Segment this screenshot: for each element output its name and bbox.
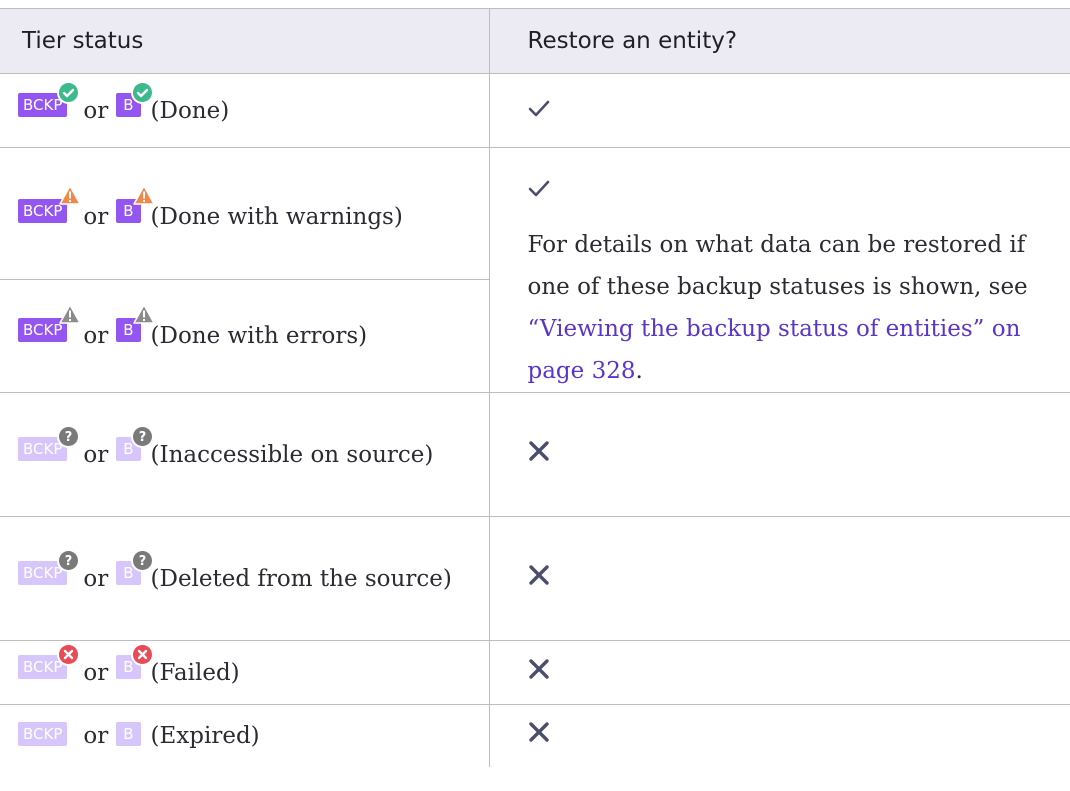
restore-cell — [488, 704, 1070, 767]
b-badge: B — [116, 642, 154, 679]
table-header-row: Tier status Restore an entity? — [0, 8, 1070, 74]
table-row: BCKP or B (Done) — [0, 73, 1070, 148]
status-cell: BCKP ? or B ? (Deleted from the source) — [0, 516, 489, 641]
bckp-badge: BCKP — [18, 304, 82, 343]
svg-text:?: ? — [65, 430, 73, 445]
question-icon: ? — [57, 548, 81, 572]
status-label: (Done with errors) — [150, 323, 368, 350]
table-row: BCKP orB (Done with warnings) For detai — [0, 147, 1070, 393]
or-text: or — [83, 323, 109, 350]
error-warning-icon — [132, 304, 155, 324]
restore-cell — [488, 516, 1070, 641]
status-cell: BCKP or B (Done with warnings) — [0, 147, 489, 281]
cross-icon — [528, 433, 550, 477]
bckp-badge: BCKP — [18, 80, 81, 117]
status-label: (Inaccessible on source) — [150, 441, 434, 468]
warning-icon — [132, 184, 155, 205]
cross-icon — [528, 714, 550, 758]
status-label: (Failed) — [150, 659, 240, 686]
status-label: (Done with warnings) — [150, 203, 403, 230]
status-cell: BCKP or B (Done with errors) — [0, 279, 489, 393]
checkmark-icon — [528, 169, 550, 213]
bckp-badge: BCKP — [18, 184, 82, 223]
restore-cell — [488, 640, 1070, 705]
backup-status-table: Tier status Restore an entity? BCKP or B … — [0, 8, 1070, 767]
cross-icon — [528, 557, 550, 601]
header-tier-status: Tier status — [0, 8, 489, 74]
table-row: BCKP ? or B ? (Inaccessible on source) — [0, 392, 1070, 517]
b-badge: B — [116, 184, 155, 223]
b-badge: B — [116, 80, 154, 117]
failed-x-icon — [130, 642, 154, 666]
status-label: (Deleted from the source) — [150, 565, 452, 592]
checkmark-icon — [528, 89, 550, 133]
or-text: or — [83, 441, 109, 468]
question-icon: ? — [130, 424, 154, 448]
table-row: BCKP ? or B ? (Deleted from the source) — [0, 516, 1070, 641]
or-text: or — [83, 659, 109, 686]
table-row: BCKP or B (Failed) — [0, 640, 1070, 705]
b-badge: B ? — [116, 424, 154, 461]
table-row: BCKP or B (Expired) — [0, 704, 1070, 767]
b-badge: B ? — [116, 548, 154, 585]
svg-text:?: ? — [138, 430, 146, 445]
restore-cell — [488, 392, 1070, 517]
restore-cell — [488, 73, 1070, 148]
or-text: or — [83, 97, 109, 124]
bckp-badge: BCKP — [18, 642, 81, 679]
cross-icon — [528, 651, 550, 695]
bckp-badge: BCKP ? — [18, 548, 81, 585]
status-cell: BCKP ? or B ? (Inaccessible on source) — [0, 392, 489, 517]
restore-cell-merged: For details on what data can be restored… — [488, 147, 1070, 393]
error-warning-icon — [59, 304, 82, 324]
b-badge: B — [116, 721, 141, 746]
b-badge: B — [116, 304, 155, 343]
bckp-badge: BCKP — [18, 721, 68, 746]
bckp-badge: BCKP ? — [18, 424, 81, 461]
success-check-icon — [130, 80, 154, 104]
or-text: or — [83, 722, 109, 749]
header-restore-entity: Restore an entity? — [488, 8, 1070, 74]
question-icon: ? — [130, 548, 154, 572]
status-label: (Done) — [150, 97, 230, 124]
status-cell: BCKP or B (Done) — [0, 73, 489, 148]
svg-text:?: ? — [138, 554, 146, 569]
status-label: (Expired) — [150, 722, 260, 749]
question-icon: ? — [57, 424, 81, 448]
or-text: or — [83, 565, 109, 592]
or-text: or — [83, 203, 109, 230]
failed-x-icon — [57, 642, 81, 666]
backup-status-link[interactable]: “Viewing the backup status of entities” … — [528, 316, 1021, 384]
warning-icon — [59, 184, 82, 205]
status-cell: BCKP or B (Expired) — [0, 705, 489, 767]
svg-text:?: ? — [65, 554, 73, 569]
success-check-icon — [57, 80, 81, 104]
status-cell: BCKP or B (Failed) — [0, 640, 489, 705]
restore-note: For details on what data can be restored… — [527, 232, 1028, 384]
